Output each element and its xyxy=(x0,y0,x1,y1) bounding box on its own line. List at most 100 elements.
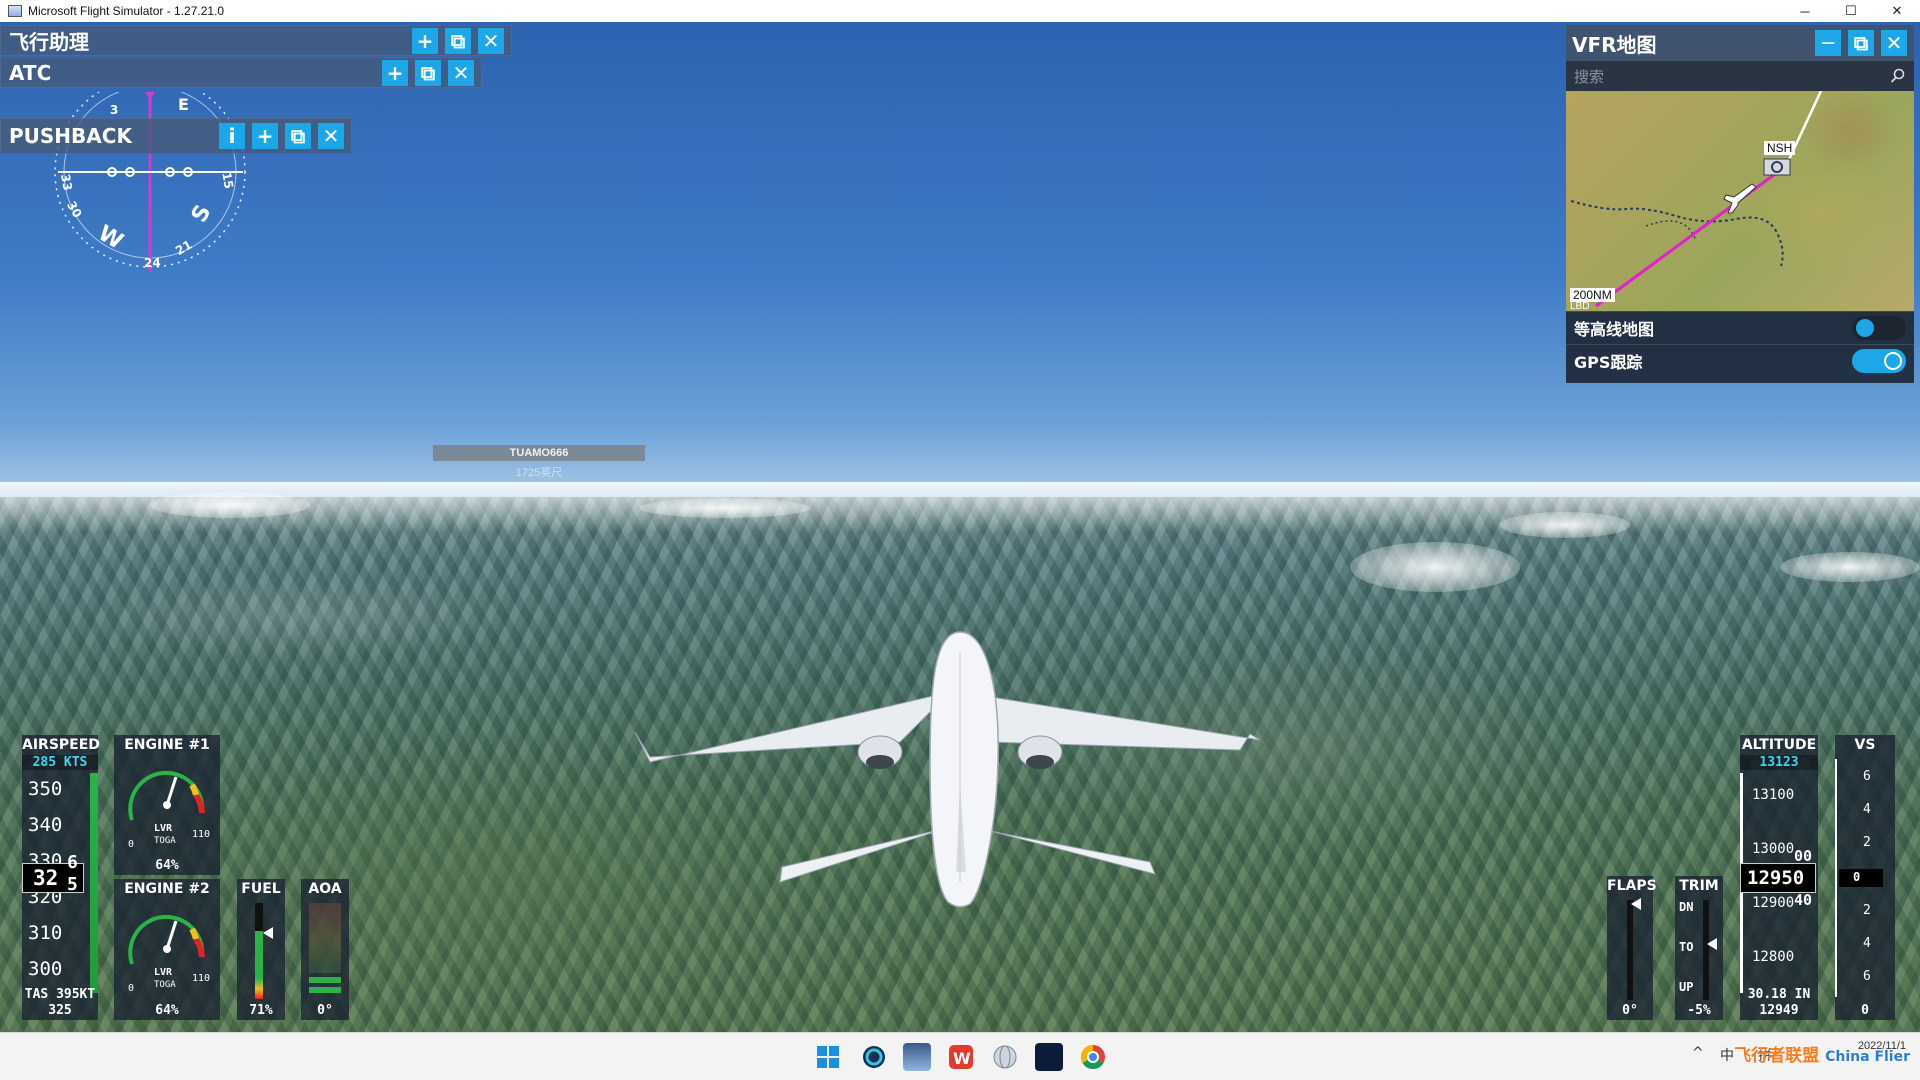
aoa-gauge: AOA 0° xyxy=(301,879,349,1020)
trim-pointer xyxy=(1707,938,1717,950)
speed-tick: 340 xyxy=(28,814,63,836)
baro-setting: 30.18 IN xyxy=(1747,987,1811,1002)
altitude-tick: 13000 xyxy=(1752,841,1795,857)
wps-office-icon[interactable]: W xyxy=(947,1043,975,1071)
popout-icon[interactable]: ⧉ xyxy=(1848,30,1874,56)
add-button[interactable]: + xyxy=(252,123,278,149)
compass-mark: 30 xyxy=(64,199,84,220)
aoa-value: 0° xyxy=(317,1003,333,1018)
fuel-level-bar xyxy=(255,930,263,999)
cortana-icon[interactable] xyxy=(860,1043,888,1071)
map-scale-sub: LBD xyxy=(1570,301,1590,311)
flaps-title: FLAPS xyxy=(1607,878,1657,894)
flaps-gauge: FLAPS 0° xyxy=(1607,876,1657,1020)
aircraft-distance: 1725英尺 xyxy=(515,467,563,479)
popout-icon[interactable]: ⧉ xyxy=(285,123,311,149)
search-icon[interactable] xyxy=(1890,68,1906,84)
vfr-map-header: VFR地图 ─ ⧉ ✕ xyxy=(1566,25,1914,61)
gps-track-switch[interactable] xyxy=(1852,349,1906,373)
cloud xyxy=(1500,512,1630,538)
chrome-icon[interactable] xyxy=(1079,1043,1107,1071)
aircraft-callsign-tag: TUAMO666 xyxy=(433,445,645,461)
speed-tick: 350 xyxy=(28,778,63,800)
window-title: Microsoft Flight Simulator - 1.27.21.0 xyxy=(28,4,225,18)
add-button[interactable]: + xyxy=(412,27,438,54)
aoa-title: AOA xyxy=(308,881,342,897)
close-icon[interactable]: ✕ xyxy=(448,59,474,86)
current-altitude: 12950 xyxy=(1747,867,1805,889)
vs-title: VS xyxy=(1854,737,1876,753)
fuel-pointer xyxy=(263,927,273,939)
speed-tick: 300 xyxy=(28,958,63,980)
aoa-bar xyxy=(309,987,341,993)
current-altitude-box: 12950 xyxy=(1740,863,1816,893)
engine2-gauge: ENGINE #2 0 110 LVR TOGA 64% xyxy=(114,879,220,1020)
close-icon[interactable]: ✕ xyxy=(478,27,504,54)
toggle-label: 等高线地图 xyxy=(1574,320,1655,339)
cloud xyxy=(1350,542,1520,592)
flight-assistant-panel[interactable]: 飞行助理 + ⧉ ✕ xyxy=(0,25,512,56)
engine1-min: 0 xyxy=(128,839,135,850)
panel-title: VFR地图 xyxy=(1572,32,1657,57)
globe-app-icon[interactable] xyxy=(991,1043,1019,1071)
watermark-cn: 飞行者联盟 xyxy=(1734,1046,1820,1066)
vs-tick: 4 xyxy=(1863,802,1871,817)
simulator-app-icon[interactable] xyxy=(1035,1043,1063,1071)
trim-track xyxy=(1703,900,1709,1000)
fuel-value: 71% xyxy=(249,1003,273,1018)
contour-map-switch[interactable] xyxy=(1852,316,1906,340)
close-window-button[interactable]: ✕ xyxy=(1874,0,1920,22)
vs-footer: 0 xyxy=(1861,1003,1869,1018)
minimize-icon[interactable]: ─ xyxy=(1815,30,1841,56)
altitude-tick: 13100 xyxy=(1752,787,1795,803)
map-search-input[interactable]: 搜索 xyxy=(1566,61,1914,91)
engine1-max: 110 xyxy=(192,829,211,840)
vs-tick: 6 xyxy=(1863,969,1871,984)
flaps-track xyxy=(1627,900,1633,1000)
window-controls: ─ ☐ ✕ xyxy=(1782,0,1920,22)
altitude-title: ALTITUDE xyxy=(1741,737,1817,753)
close-icon[interactable]: ✕ xyxy=(318,123,344,149)
contour-map-toggle-row: 等高线地图 xyxy=(1566,311,1914,344)
minimize-button[interactable]: ─ xyxy=(1782,0,1828,22)
airspeed-footer: 325 xyxy=(48,1003,72,1018)
speed-roll-top: 6 xyxy=(67,852,78,873)
engine2-toga: TOGA xyxy=(154,980,176,990)
engine2-value: 64% xyxy=(155,1003,179,1018)
map-scale-label: 200NM xyxy=(1570,288,1615,302)
engine1-lvr: LVR xyxy=(154,823,173,834)
close-icon[interactable]: ✕ xyxy=(1881,30,1907,56)
pushback-panel[interactable]: PUSHBACK i + ⧉ ✕ xyxy=(0,118,352,154)
trim-value: -5% xyxy=(1687,1003,1711,1018)
airport-label: NSH xyxy=(1764,141,1796,155)
engine1-value: 64% xyxy=(155,858,179,873)
trim-title: TRIM xyxy=(1679,878,1719,894)
aoa-bar xyxy=(309,977,341,983)
popout-icon[interactable]: ⧉ xyxy=(415,59,441,86)
fuel-title: FUEL xyxy=(241,881,281,897)
engine1-toga: TOGA xyxy=(154,836,176,846)
vfr-map-panel: VFR地图 ─ ⧉ ✕ 搜索 NSH 200NM LBD 等高线地图 GPS跟踪 xyxy=(1566,25,1914,383)
info-icon[interactable]: i xyxy=(219,123,245,149)
altitude-target: 13123 xyxy=(1740,755,1818,770)
tray-chevron-icon[interactable]: ^ xyxy=(1692,1045,1704,1061)
windows-start-icon[interactable] xyxy=(814,1043,842,1071)
speed-band xyxy=(90,773,98,993)
search-placeholder: 搜索 xyxy=(1574,67,1605,86)
engine1-title: ENGINE #1 xyxy=(124,737,210,753)
vfr-map-view[interactable]: NSH 200NM LBD xyxy=(1566,91,1914,311)
add-button[interactable]: + xyxy=(382,59,408,86)
ime-chinese-indicator[interactable]: 中 xyxy=(1720,1045,1734,1065)
popout-icon[interactable]: ⧉ xyxy=(445,27,471,54)
airplane-model xyxy=(634,631,1261,908)
flight-simulator-icon[interactable] xyxy=(903,1043,931,1071)
airspeed-indicator: AIRSPEED 285 KTS 350 340 330 320 310 300… xyxy=(22,735,100,1020)
atc-panel[interactable]: ATC + ⧉ ✕ xyxy=(0,57,482,88)
compass-mark: 24 xyxy=(144,256,161,270)
maximize-button[interactable]: ☐ xyxy=(1828,0,1874,22)
engine2-lvr: LVR xyxy=(154,967,173,978)
compass-mark: 15 xyxy=(219,171,236,190)
airspeed-target: 285 KTS xyxy=(22,755,98,770)
vs-tick: 4 xyxy=(1863,936,1871,951)
compass-mark: 3 xyxy=(110,103,118,117)
